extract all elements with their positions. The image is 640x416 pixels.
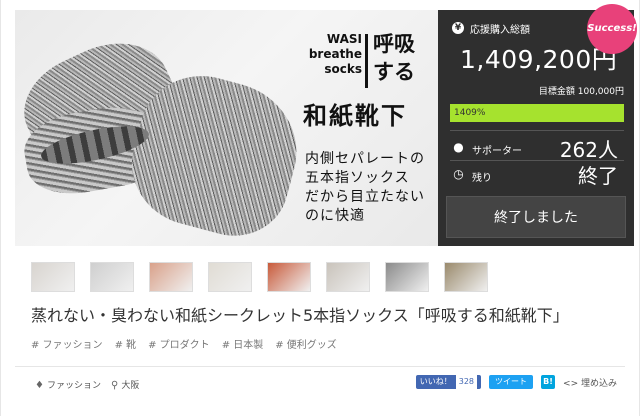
remaining-label: 残り — [472, 173, 492, 184]
supporters-count: 262人 — [559, 138, 618, 162]
thumbnail-image[interactable] — [90, 262, 134, 292]
ended-button[interactable]: 終了しました — [446, 196, 626, 238]
progress-fill: 1409% — [450, 104, 624, 122]
thumbnail-strip — [31, 262, 488, 292]
tag-icon: ♦ — [35, 380, 44, 391]
like-label: いいね！ — [419, 377, 452, 386]
project-title: 蒸れない・臭わない和紙シークレット5本指ソックス「呼吸する和紙靴下」 — [31, 306, 569, 325]
catch-line: 内側セパレートの — [305, 151, 425, 167]
tag-link[interactable]: # 靴 — [115, 336, 137, 351]
share-buttons: いいね！ 328 ツイート B! <> 埋め込み — [415, 375, 617, 389]
user-icon: ● — [453, 140, 464, 154]
divider — [15, 366, 625, 367]
tag-link[interactable]: # プロダクト — [148, 336, 210, 351]
logo-en-line: socks — [324, 62, 362, 76]
tag-link[interactable]: # ファッション — [31, 336, 103, 351]
thumbnail-image[interactable] — [267, 262, 311, 292]
progress-bar: 1409% — [450, 104, 624, 122]
success-badge: Success! — [587, 4, 637, 54]
hatena-bookmark-button[interactable]: B! — [541, 375, 556, 389]
embed-button[interactable]: <> 埋め込み — [563, 376, 617, 389]
tag-list: # ファッション # 靴 # プロダクト # 日本製 # 便利グッズ — [31, 336, 337, 351]
thumbnail-image[interactable] — [444, 262, 488, 292]
divider — [450, 130, 624, 131]
clock-icon: ◷ — [453, 167, 464, 181]
thumbnail-image[interactable] — [208, 262, 252, 292]
remaining-value: 終了 — [578, 164, 618, 188]
category-link[interactable]: ♦ ファッション — [35, 378, 101, 391]
yen-icon: ¥ — [452, 22, 464, 34]
catch-line: のに快適 — [305, 208, 365, 224]
category-label: ファッション — [46, 381, 101, 391]
tweet-button[interactable]: ツイート — [489, 375, 534, 389]
like-count: 328 — [455, 375, 478, 389]
pin-icon: ⚲ — [110, 380, 119, 391]
tag-link[interactable]: # 日本製 — [222, 336, 264, 351]
supporters-label: サポーター — [472, 146, 522, 157]
logo-en-line: breathe — [308, 47, 362, 61]
logo-japanese: 呼吸する — [373, 32, 415, 84]
project-page: WASI breathe socks 呼吸する 和紙靴下 内側セパレートの 五本… — [0, 0, 640, 416]
thumbnail-image[interactable] — [149, 262, 193, 292]
logo-main: 和紙靴下 — [303, 102, 407, 130]
logo-english: WASI breathe socks — [302, 32, 362, 77]
catch-line: だから目立たない — [305, 189, 425, 205]
logo-divider — [365, 34, 368, 88]
hero-image[interactable]: WASI breathe socks 呼吸する 和紙靴下 内側セパレートの 五本… — [15, 10, 438, 246]
catch-line: 五本指ソックス — [305, 170, 410, 186]
embed-label: 埋め込み — [580, 378, 617, 389]
thumbnail-image[interactable] — [31, 262, 75, 292]
catch-copy: 内側セパレートの 五本指ソックス だから目立たない のに快適 — [305, 150, 438, 226]
tweet-label: ツイート — [495, 377, 528, 386]
tag-link[interactable]: # 便利グッズ — [275, 336, 337, 351]
location-link[interactable]: ⚲ 大阪 — [111, 378, 139, 391]
location-label: 大阪 — [121, 381, 140, 391]
logo-en-line: WASI — [326, 32, 362, 46]
facebook-like-button[interactable]: いいね！ 328 — [415, 375, 482, 389]
total-label: 応援購入総額 — [470, 25, 530, 36]
project-meta: ♦ ファッション ⚲ 大阪 — [35, 378, 139, 391]
thumbnail-image[interactable] — [326, 262, 370, 292]
goal-amount: 目標金額 100,000円 — [538, 87, 624, 97]
thumbnail-image[interactable] — [385, 262, 429, 292]
